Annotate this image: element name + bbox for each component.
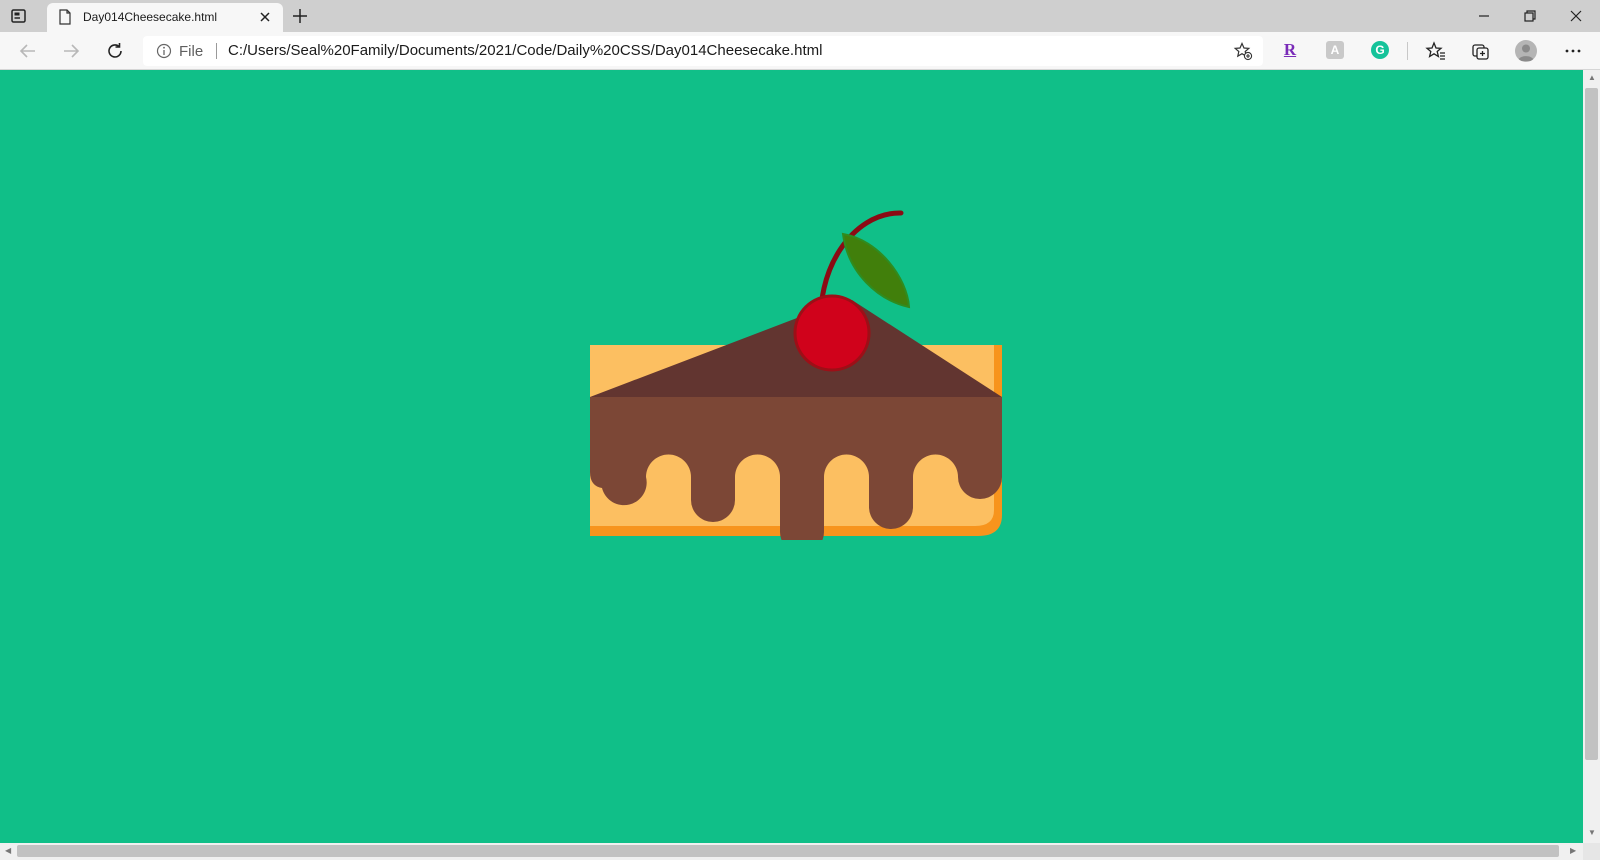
settings-menu-button[interactable] bbox=[1562, 40, 1584, 62]
active-tab[interactable]: Day014Cheesecake.html bbox=[47, 3, 283, 32]
back-button[interactable] bbox=[17, 40, 39, 62]
window-close-button[interactable] bbox=[1566, 6, 1586, 26]
url-text[interactable]: C:/Users/Seal%20Family/Documents/2021/Co… bbox=[228, 42, 822, 59]
address-bar[interactable]: File C:/Users/Seal%20Family/Documents/20… bbox=[143, 36, 1263, 66]
info-icon[interactable] bbox=[156, 43, 172, 59]
extension-r-icon[interactable]: R bbox=[1281, 40, 1299, 60]
scrollbar-corner bbox=[1583, 843, 1600, 860]
forward-button[interactable] bbox=[60, 40, 82, 62]
cherry bbox=[793, 294, 871, 372]
minimize-button[interactable] bbox=[1474, 6, 1494, 26]
collections-icon bbox=[1472, 44, 1489, 60]
tab-actions-icon[interactable] bbox=[10, 7, 28, 25]
browser-toolbar: File C:/Users/Seal%20Family/Documents/20… bbox=[0, 32, 1600, 70]
close-icon[interactable] bbox=[258, 10, 272, 24]
tab-strip: Day014Cheesecake.html bbox=[0, 0, 1600, 32]
close-icon bbox=[1570, 10, 1582, 22]
scroll-up-arrow-icon[interactable]: ▲ bbox=[1588, 74, 1596, 82]
profile-avatar[interactable] bbox=[1515, 40, 1537, 62]
refresh-icon bbox=[108, 43, 122, 58]
new-tab-button[interactable] bbox=[290, 6, 310, 26]
vertical-scroll-thumb[interactable] bbox=[1585, 88, 1598, 760]
horizontal-scroll-thumb[interactable] bbox=[17, 845, 1559, 857]
extension-box-icon[interactable]: A bbox=[1326, 41, 1344, 59]
scheme-label: File bbox=[179, 43, 204, 60]
avatar-icon bbox=[1518, 44, 1534, 61]
refresh-button[interactable] bbox=[104, 40, 126, 62]
restore-icon bbox=[1524, 10, 1536, 22]
scroll-down-arrow-icon[interactable]: ▼ bbox=[1588, 829, 1596, 837]
restore-button[interactable] bbox=[1520, 6, 1540, 26]
favorites-button[interactable] bbox=[1425, 40, 1447, 62]
more-icon bbox=[1565, 49, 1581, 53]
add-favorite-icon[interactable] bbox=[1233, 41, 1253, 61]
toolbar-divider bbox=[1407, 42, 1408, 60]
back-arrow-icon bbox=[19, 44, 35, 58]
tab-title: Day014Cheesecake.html bbox=[83, 10, 218, 24]
cherry-leaf bbox=[841, 232, 911, 309]
scroll-left-arrow-icon[interactable]: ◀ bbox=[5, 847, 11, 855]
minimize-icon bbox=[1479, 15, 1489, 17]
plus-icon bbox=[293, 9, 307, 23]
vertical-scrollbar[interactable]: ▲ ▼ bbox=[1583, 70, 1600, 843]
page-icon bbox=[58, 9, 72, 25]
grammarly-icon[interactable]: G bbox=[1371, 41, 1389, 59]
forward-arrow-icon bbox=[64, 44, 80, 58]
favorites-icon bbox=[1425, 41, 1445, 60]
page-viewport bbox=[0, 70, 1583, 843]
scroll-right-arrow-icon[interactable]: ▶ bbox=[1570, 847, 1576, 855]
cheesecake-illustration bbox=[590, 210, 1002, 540]
address-divider bbox=[216, 43, 217, 59]
collections-button[interactable] bbox=[1470, 40, 1492, 62]
horizontal-scrollbar[interactable]: ◀ ▶ bbox=[0, 843, 1583, 860]
